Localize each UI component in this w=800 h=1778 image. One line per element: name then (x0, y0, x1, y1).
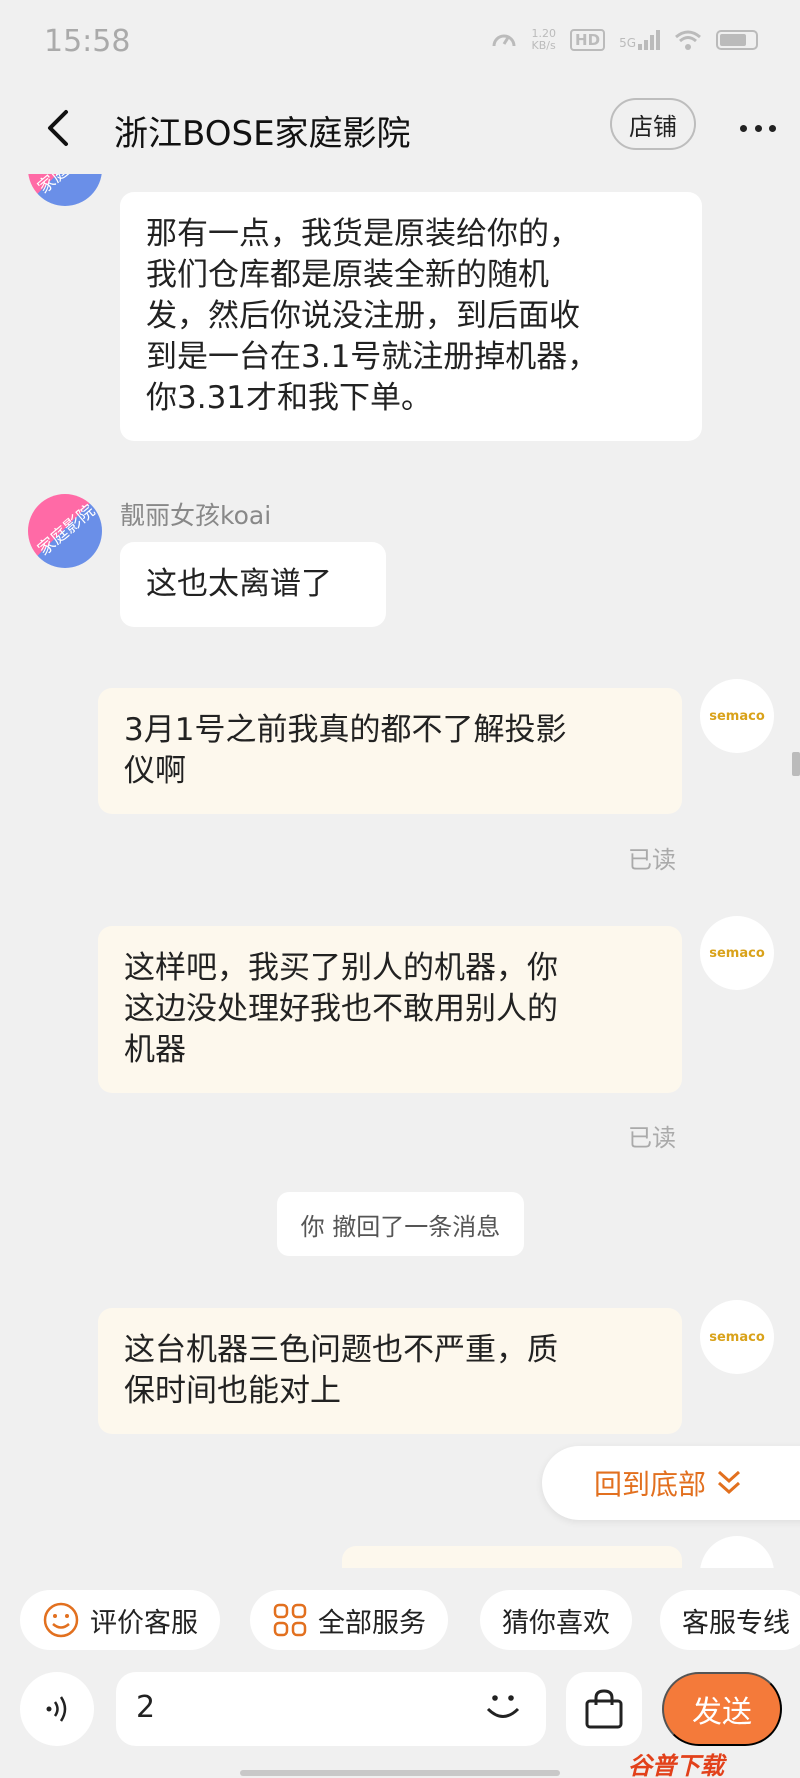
signal-icon: 5G (619, 30, 660, 50)
input-bar: 2 发送 谷普下载 (0, 1668, 800, 1778)
message-bubble[interactable]: 3月1号之前我真的都不了解投影 仪啊 (98, 688, 682, 814)
message-line: 这台机器三色问题也不严重，质 (124, 1332, 558, 1368)
emoji-icon[interactable] (478, 1682, 528, 1732)
shop-avatar[interactable]: 家庭影院 (28, 174, 102, 206)
message-line: 3月1号之前我真的都不了解投影 (124, 712, 567, 748)
back-to-bottom-button[interactable]: 回到底部 (542, 1446, 800, 1520)
chat-messages[interactable]: 家庭影院 那有一点，我货是原装给你的， 我们仓库都是原装全新的随机 发，然后你说… (0, 174, 800, 1568)
user-avatar[interactable]: semaco (700, 1300, 774, 1374)
service-hotline-chip[interactable]: 客服专线 (660, 1590, 800, 1650)
home-indicator[interactable] (240, 1770, 560, 1776)
message-bubble[interactable]: 这样吧，我买了别人的机器，你 这边没处理好我也不敢用别人的 机器 (98, 926, 682, 1093)
speedometer-icon (492, 34, 516, 47)
guess-you-like-chip[interactable]: 猜你喜欢 (480, 1590, 632, 1650)
page-title: 浙江BOSE家庭影院 (114, 114, 411, 154)
user-avatar[interactable]: semaco (700, 679, 774, 753)
message-line: 这样吧，我买了别人的机器，你 (124, 950, 558, 986)
double-chevron-down-icon (718, 1470, 741, 1495)
more-dots-icon[interactable] (740, 110, 776, 146)
hd-icon: HD (570, 29, 606, 51)
message-bubble-partial[interactable] (342, 1546, 682, 1568)
message-line: 仪啊 (124, 753, 186, 789)
back-to-bottom-label: 回到底部 (594, 1468, 707, 1501)
shop-button[interactable]: 店铺 (610, 98, 696, 150)
message-line: 你3.31才和我下单。 (146, 380, 433, 416)
read-status: 已读 (628, 1124, 676, 1152)
send-button[interactable]: 发送 (662, 1672, 782, 1746)
chevron-left-icon[interactable] (34, 102, 86, 154)
sender-name: 靓丽女孩koai (120, 501, 272, 530)
net-speed: 1.20 KB/s (531, 27, 557, 52)
message-bubble[interactable]: 那有一点，我货是原装给你的， 我们仓库都是原装全新的随机 发，然后你说没注册，到… (120, 192, 702, 441)
status-time: 15:58 (44, 24, 131, 59)
chip-label: 客服专线 (682, 1607, 790, 1639)
chip-label: 猜你喜欢 (502, 1607, 610, 1639)
chip-label: 评价客服 (90, 1607, 198, 1639)
shop-avatar[interactable]: 家庭影院 (28, 494, 102, 568)
message-line: 这边没处理好我也不敢用别人的 (124, 991, 558, 1027)
status-icons: 1.20 KB/s HD 5G (490, 26, 758, 54)
message-bubble[interactable]: 这也太离谱了 (120, 542, 386, 627)
all-services-chip[interactable]: 全部服务 (250, 1590, 448, 1650)
shopping-bag-icon (585, 1689, 623, 1729)
message-line: 到是一台在3.1号就注册掉机器， (146, 339, 599, 375)
voice-icon (46, 1696, 67, 1722)
recall-notice: 你 撤回了一条消息 (277, 1192, 524, 1256)
message-line: 发，然后你说没注册，到后面收 (146, 298, 580, 334)
message-line: 我们仓库都是原装全新的随机 (146, 257, 549, 293)
quick-actions-bar: 评价客服 全部服务 猜你喜欢 客服专线 (0, 1568, 800, 1668)
shopping-bag-button[interactable] (566, 1672, 642, 1746)
watermark: 谷普下载 (628, 1752, 724, 1778)
grid-icon (273, 1603, 307, 1637)
scrollbar-thumb[interactable] (792, 752, 800, 776)
message-bubble[interactable]: 这台机器三色问题也不严重，质 保时间也能对上 (98, 1308, 682, 1434)
smile-icon (43, 1602, 79, 1638)
battery-icon (716, 30, 758, 50)
message-line: 保时间也能对上 (124, 1373, 341, 1409)
read-status: 已读 (628, 846, 676, 874)
rate-service-chip[interactable]: 评价客服 (20, 1590, 220, 1650)
message-line: 机器 (124, 1032, 186, 1068)
voice-button[interactable] (20, 1672, 94, 1746)
user-avatar[interactable] (700, 1536, 774, 1568)
status-bar: 15:58 1.20 KB/s HD 5G (0, 0, 800, 88)
user-avatar[interactable]: semaco (700, 916, 774, 990)
message-text: 这也太离谱了 (146, 566, 332, 602)
wifi-icon (675, 30, 701, 50)
message-line: 那有一点，我货是原装给你的， (146, 216, 580, 252)
chat-header: 浙江BOSE家庭影院 店铺 (0, 88, 800, 174)
chip-label: 全部服务 (318, 1607, 426, 1639)
